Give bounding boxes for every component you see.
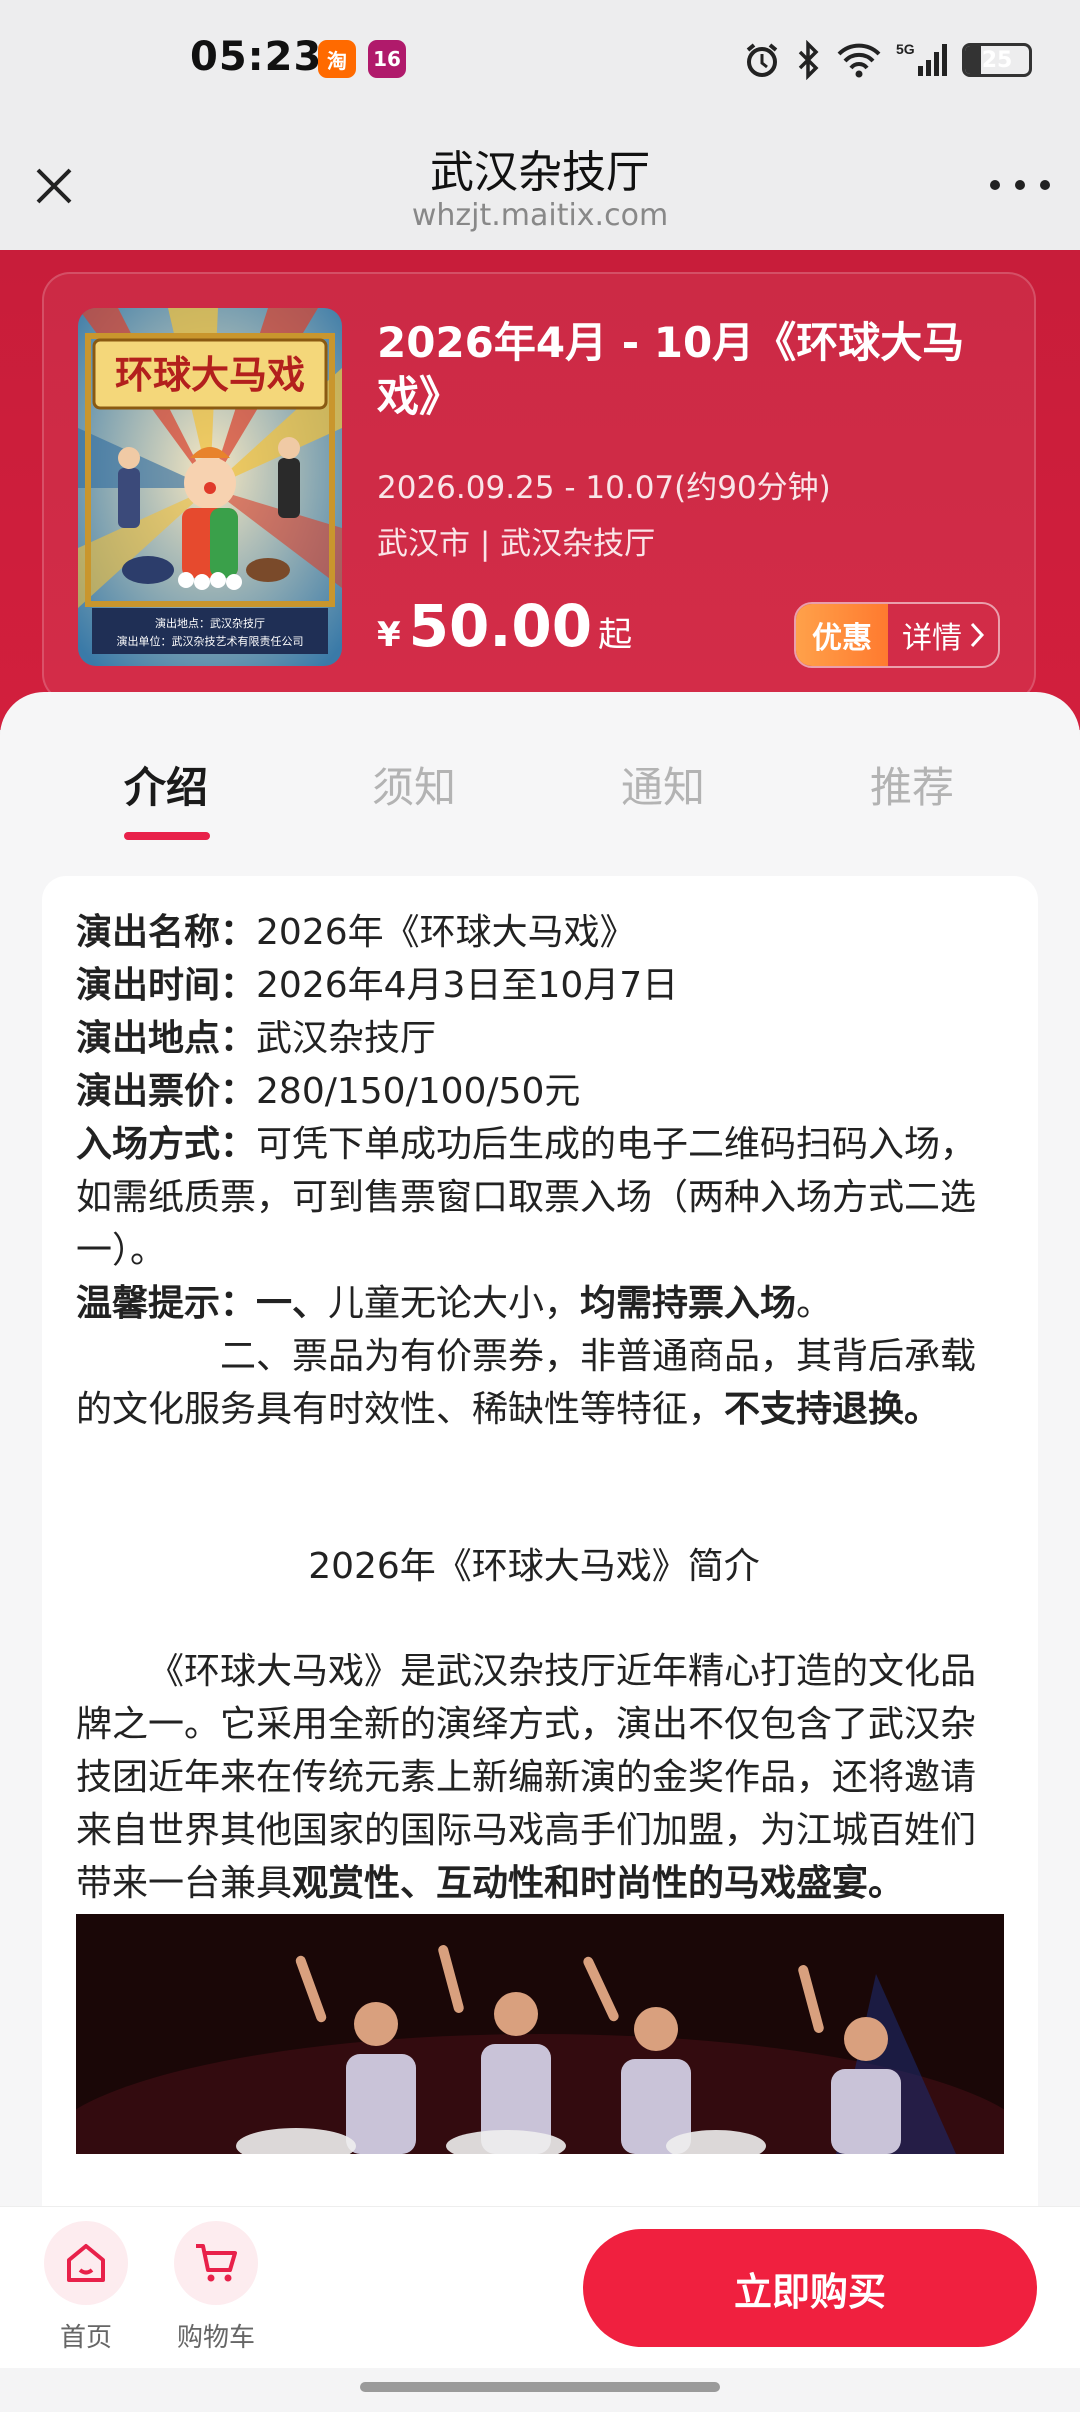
promo-button[interactable]: 优惠 详情 — [794, 602, 1000, 668]
more-button[interactable] — [990, 170, 1050, 200]
event-venue: 武汉市 | 武汉杂技厅 — [377, 526, 656, 562]
detail-price-value: 280/150/100/50元 — [256, 1071, 581, 1112]
performance-photo-image — [76, 1914, 1004, 2154]
bottom-action-bar: 首页 购物车 立即购买 — [0, 2206, 1080, 2368]
tip2-bold: 不支持退换。 — [724, 1389, 941, 1430]
buy-now-button[interactable]: 立即购买 — [583, 2229, 1037, 2347]
gesture-bar[interactable] — [360, 2382, 720, 2392]
tab-bar: 介绍 须知 通知 推荐 — [0, 692, 1080, 862]
tip1-bold: 均需持票入场 — [580, 1283, 797, 1324]
network-type-text: 5G — [896, 41, 915, 57]
content-sheet: 介绍 须知 通知 推荐 演出名称：2026年《环球大马戏》 演出时间：2026年… — [0, 692, 1080, 2206]
battery-fill — [965, 46, 981, 74]
detail-entry-label: 入场方式： — [76, 1124, 257, 1165]
tab-announcement[interactable]: 通知 — [563, 754, 763, 815]
poster-title: 环球大马戏 — [115, 353, 305, 397]
poster-line-organizer: 演出单位：武汉杂技艺术有限责任公司 — [117, 634, 304, 648]
event-dates: 2026.09.25 - 10.07(约90分钟) — [377, 470, 831, 506]
tab-active-indicator — [124, 832, 210, 840]
tab-recommend[interactable]: 推荐 — [812, 754, 1012, 815]
promo-detail-label: 详情 — [902, 621, 962, 656]
intro-section-title: 2026年《环球大马戏》简介 — [308, 1546, 760, 1587]
battery-level-text: 25 — [981, 47, 1013, 73]
nav-cart[interactable]: 购物车 — [166, 2221, 266, 2354]
tip1-prefix: 一、 — [256, 1283, 329, 1324]
more-icon — [1015, 180, 1025, 190]
status-time: 05:23 — [190, 34, 323, 80]
more-icon — [990, 180, 1000, 190]
signal-5g-icon: 5G — [896, 41, 947, 76]
cart-icon — [196, 2244, 237, 2282]
browser-title-bar: 武汉杂技厅 whzjt.maitix.com — [0, 120, 1080, 250]
home-icon-wrap — [44, 2221, 128, 2305]
detail-location-label: 演出地点： — [76, 1018, 257, 1059]
event-poster[interactable]: 环球大马戏 演出地点：武汉杂技厅 演出单位：武汉杂技艺术有限责任公司 — [78, 308, 342, 666]
detail-name: 演出名称：2026年《环球大马戏》 — [76, 906, 992, 959]
detail-tip-1: 温馨提示：一、儿童无论大小，均需持票入场。 — [76, 1277, 992, 1330]
detail-price-label: 演出票价： — [76, 1071, 257, 1112]
detail-time: 演出时间：2026年4月3日至10月7日 — [76, 959, 992, 1012]
detail-time-value: 2026年4月3日至10月7日 — [256, 965, 679, 1006]
detail-name-label: 演出名称： — [76, 912, 257, 953]
more-icon — [1040, 180, 1050, 190]
status-bar: 05:23 淘 16 5G 25 — [0, 0, 1080, 120]
intro-paragraph-bold: 观赏性、互动性和时尚性的马戏盛宴。 — [292, 1863, 905, 1904]
event-price: ¥ 50.00 起 — [377, 592, 632, 660]
detail-time-label: 演出时间： — [76, 965, 257, 1006]
intro-content: 演出名称：2026年《环球大马戏》 演出时间：2026年4月3日至10月7日 演… — [76, 906, 1004, 2154]
tab-notice[interactable]: 须知 — [314, 754, 514, 815]
detail-entry: 入场方式：可凭下单成功后生成的电子二维码扫码入场，如需纸质票，可到售票窗口取票入… — [76, 1118, 992, 1277]
cart-icon-wrap — [174, 2221, 258, 2305]
performance-photo — [76, 1914, 1004, 2154]
event-header: 环球大马戏 演出地点：武汉杂技厅 演出单位：武汉杂技艺术有限责任公司 2026年… — [0, 250, 1080, 730]
detail-tip-2: 二、票品为有价票券，非普通商品，其背后承载的文化服务具有时效性、稀缺性等特征，不… — [76, 1330, 992, 1436]
tip1-end: 。 — [796, 1283, 833, 1324]
status-icons: 5G 25 — [742, 36, 1032, 84]
page-url: whzjt.maitix.com — [411, 198, 669, 233]
page-title: 武汉杂技厅 — [430, 147, 650, 198]
taobao-app-icon: 淘 — [318, 40, 356, 78]
nav-home-label: 首页 — [59, 2323, 112, 2353]
bluetooth-icon — [798, 40, 819, 80]
battery-icon: 25 — [962, 43, 1032, 77]
price-currency: ¥ — [377, 615, 401, 655]
tip1-text: 儿童无论大小， — [328, 1283, 581, 1324]
chevron-right-icon — [970, 622, 985, 648]
app-16-icon: 16 — [368, 40, 406, 78]
intro-card: 演出名称：2026年《环球大马戏》 演出时间：2026年4月3日至10月7日 演… — [42, 876, 1038, 2206]
detail-name-value: 2026年《环球大马戏》 — [256, 912, 636, 953]
detail-tip-label: 温馨提示： — [76, 1283, 257, 1324]
detail-price: 演出票价：280/150/100/50元 — [76, 1065, 992, 1118]
poster-image: 环球大马戏 演出地点：武汉杂技厅 演出单位：武汉杂技艺术有限责任公司 — [78, 308, 342, 666]
price-amount: 50.00 — [408, 592, 593, 660]
wifi-icon — [837, 43, 881, 78]
home-icon — [67, 2244, 105, 2282]
nav-home[interactable]: 首页 — [36, 2221, 136, 2354]
poster-line-venue: 演出地点：武汉杂技厅 — [155, 616, 265, 630]
intro-paragraph: 《环球大马戏》是武汉杂技厅近年精心打造的文化品牌之一。它采用全新的演绎方式，演出… — [76, 1645, 992, 1910]
price-suffix: 起 — [598, 615, 633, 655]
promo-tag: 优惠 — [796, 604, 888, 666]
event-card: 环球大马戏 演出地点：武汉杂技厅 演出单位：武汉杂技艺术有限责任公司 2026年… — [42, 272, 1036, 702]
detail-location: 演出地点：武汉杂技厅 — [76, 1012, 992, 1065]
detail-location-value: 武汉杂技厅 — [256, 1018, 437, 1059]
nav-cart-label: 购物车 — [176, 2323, 255, 2353]
alarm-icon — [746, 43, 778, 77]
event-title: 2026年4月 - 10月《环球大马戏》 — [377, 318, 965, 421]
gesture-area — [0, 2368, 1080, 2412]
promo-detail: 详情 — [888, 613, 998, 657]
tab-intro[interactable]: 介绍 — [66, 754, 266, 815]
